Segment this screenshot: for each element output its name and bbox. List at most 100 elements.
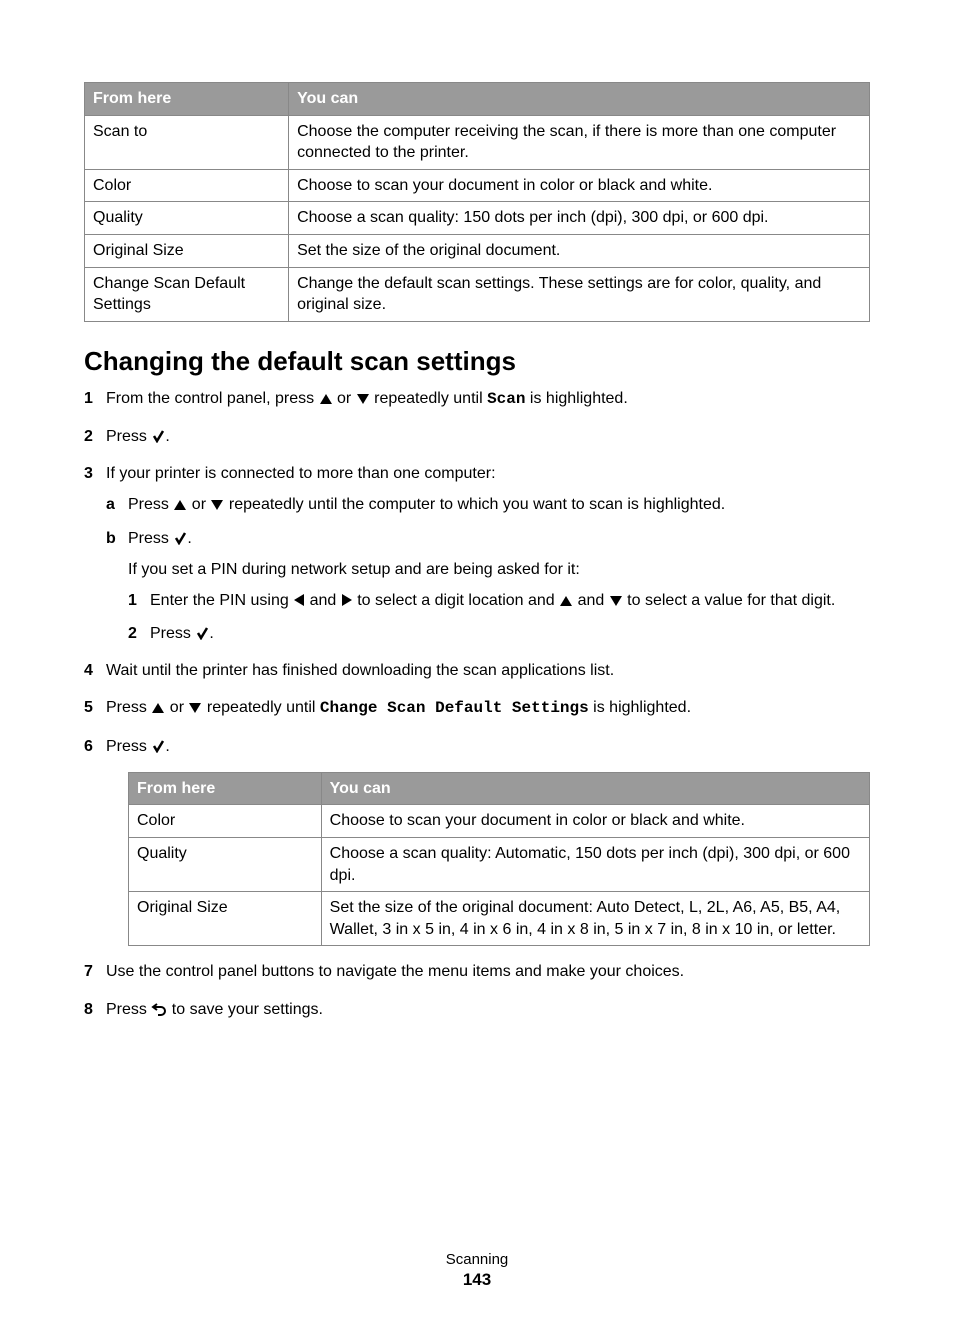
table-cell: Color	[85, 169, 289, 202]
check-icon	[173, 531, 187, 545]
table-cell: Original Size	[129, 892, 322, 946]
arrow-right-icon	[341, 593, 353, 607]
table-row: Quality Choose a scan quality: 150 dots …	[85, 202, 870, 235]
step-text: Wait until the printer has finished down…	[106, 662, 614, 679]
table-cell: Change the default scan settings. These …	[289, 267, 870, 321]
pin-steps: 1 Enter the PIN using and to select a di…	[128, 589, 870, 645]
pin-intro: If you set a PIN during network setup an…	[128, 558, 870, 581]
arrow-up-icon	[559, 595, 573, 607]
arrow-down-icon	[188, 702, 202, 714]
arrow-up-icon	[151, 702, 165, 714]
arrow-up-icon	[319, 393, 333, 405]
table-cell: Quality	[85, 202, 289, 235]
step-num: 1	[128, 589, 137, 612]
substep-a: a Press or repeatedly until the computer…	[106, 493, 870, 516]
step-num: 6	[84, 735, 93, 758]
step-highlight: Change Scan Default Settings	[320, 699, 589, 717]
step-text: Press	[128, 530, 173, 547]
check-icon	[195, 626, 209, 640]
substep-letter: b	[106, 527, 116, 550]
table-cell: Choose the computer receiving the scan, …	[289, 115, 870, 169]
table-header-youcan: You can	[321, 772, 869, 805]
arrow-down-icon	[210, 499, 224, 511]
step-text: repeatedly until	[370, 390, 487, 407]
arrow-down-icon	[356, 393, 370, 405]
step-text: to save your settings.	[167, 1001, 323, 1018]
footer-section: Scanning	[84, 1251, 870, 1268]
table-row: Scan to Choose the computer receiving th…	[85, 115, 870, 169]
step-text: repeatedly until the computer to which y…	[224, 496, 725, 513]
step-4: 4 Wait until the printer has finished do…	[84, 659, 870, 682]
step-text: and	[305, 592, 341, 609]
step-text: Press	[106, 1001, 151, 1018]
step-text: is highlighted.	[525, 390, 627, 407]
table-cell: Set the size of the original document: A…	[321, 892, 869, 946]
check-icon	[151, 739, 165, 753]
step-3: 3 If your printer is connected to more t…	[84, 462, 870, 645]
steps-list: 1 From the control panel, press or repea…	[84, 387, 870, 1021]
check-icon	[151, 429, 165, 443]
arrow-left-icon	[293, 593, 305, 607]
table-cell: Choose a scan quality: Automatic, 150 do…	[321, 838, 869, 892]
step-num: 7	[84, 960, 93, 983]
step-6: 6 Press . From here You can Color Choose…	[84, 735, 870, 947]
footer-page-number: 143	[84, 1270, 870, 1290]
step-text: .	[187, 530, 191, 547]
sub-steps: a Press or repeatedly until the computer…	[106, 493, 870, 645]
step-text: is highlighted.	[589, 699, 691, 716]
table-cell: Choose to scan your document in color or…	[321, 805, 869, 838]
step-text: to select a value for that digit.	[623, 592, 836, 609]
table-row: Original Size Set the size of the origin…	[129, 892, 870, 946]
table-cell: Quality	[129, 838, 322, 892]
table-cell: Change Scan Default Settings	[85, 267, 289, 321]
table-row: Color Choose to scan your document in co…	[129, 805, 870, 838]
arrow-up-icon	[173, 499, 187, 511]
step-text: repeatedly until	[202, 699, 319, 716]
step-text: .	[165, 428, 169, 445]
table-cell: Scan to	[85, 115, 289, 169]
step-text: Press	[150, 625, 195, 642]
table-row: Original Size Set the size of the origin…	[85, 234, 870, 267]
step-text: Press	[106, 699, 151, 716]
step-num: 1	[84, 387, 93, 410]
step-num: 3	[84, 462, 93, 485]
step-text: Use the control panel buttons to navigat…	[106, 963, 684, 980]
table-header-from: From here	[85, 83, 289, 116]
step-text: and	[573, 592, 609, 609]
step-text: to select a digit location and	[353, 592, 559, 609]
pin-step-2: 2 Press .	[128, 622, 870, 645]
step-text: Press	[106, 428, 151, 445]
pin-step-1: 1 Enter the PIN using and to select a di…	[128, 589, 870, 612]
default-settings-table: From here You can Color Choose to scan y…	[128, 772, 870, 947]
table-header-youcan: You can	[289, 83, 870, 116]
table-row: Change Scan Default Settings Change the …	[85, 267, 870, 321]
step-num: 5	[84, 696, 93, 719]
step-text: Enter the PIN using	[150, 592, 293, 609]
table-row: Quality Choose a scan quality: Automatic…	[129, 838, 870, 892]
step-highlight: Scan	[487, 390, 525, 408]
step-num: 4	[84, 659, 93, 682]
step-2: 2 Press .	[84, 425, 870, 448]
table-cell: Set the size of the original document.	[289, 234, 870, 267]
step-num: 2	[84, 425, 93, 448]
step-1: 1 From the control panel, press or repea…	[84, 387, 870, 411]
step-text: From the control panel, press	[106, 390, 319, 407]
scan-options-table: From here You can Scan to Choose the com…	[84, 82, 870, 322]
step-text: .	[209, 625, 213, 642]
step-text: If your printer is connected to more tha…	[106, 465, 496, 482]
step-num: 2	[128, 622, 137, 645]
table-cell: Original Size	[85, 234, 289, 267]
table-row: Color Choose to scan your document in co…	[85, 169, 870, 202]
step-text: or	[333, 390, 356, 407]
table-header-from: From here	[129, 772, 322, 805]
step-text: Press	[106, 738, 151, 755]
substep-b: b Press . If you set a PIN during networ…	[106, 527, 870, 646]
step-text: Press	[128, 496, 173, 513]
table-cell: Choose to scan your document in color or…	[289, 169, 870, 202]
table-cell: Choose a scan quality: 150 dots per inch…	[289, 202, 870, 235]
step-text: or	[165, 699, 188, 716]
back-icon	[151, 1002, 167, 1016]
step-text: .	[165, 738, 169, 755]
table-cell: Color	[129, 805, 322, 838]
step-text: or	[187, 496, 210, 513]
